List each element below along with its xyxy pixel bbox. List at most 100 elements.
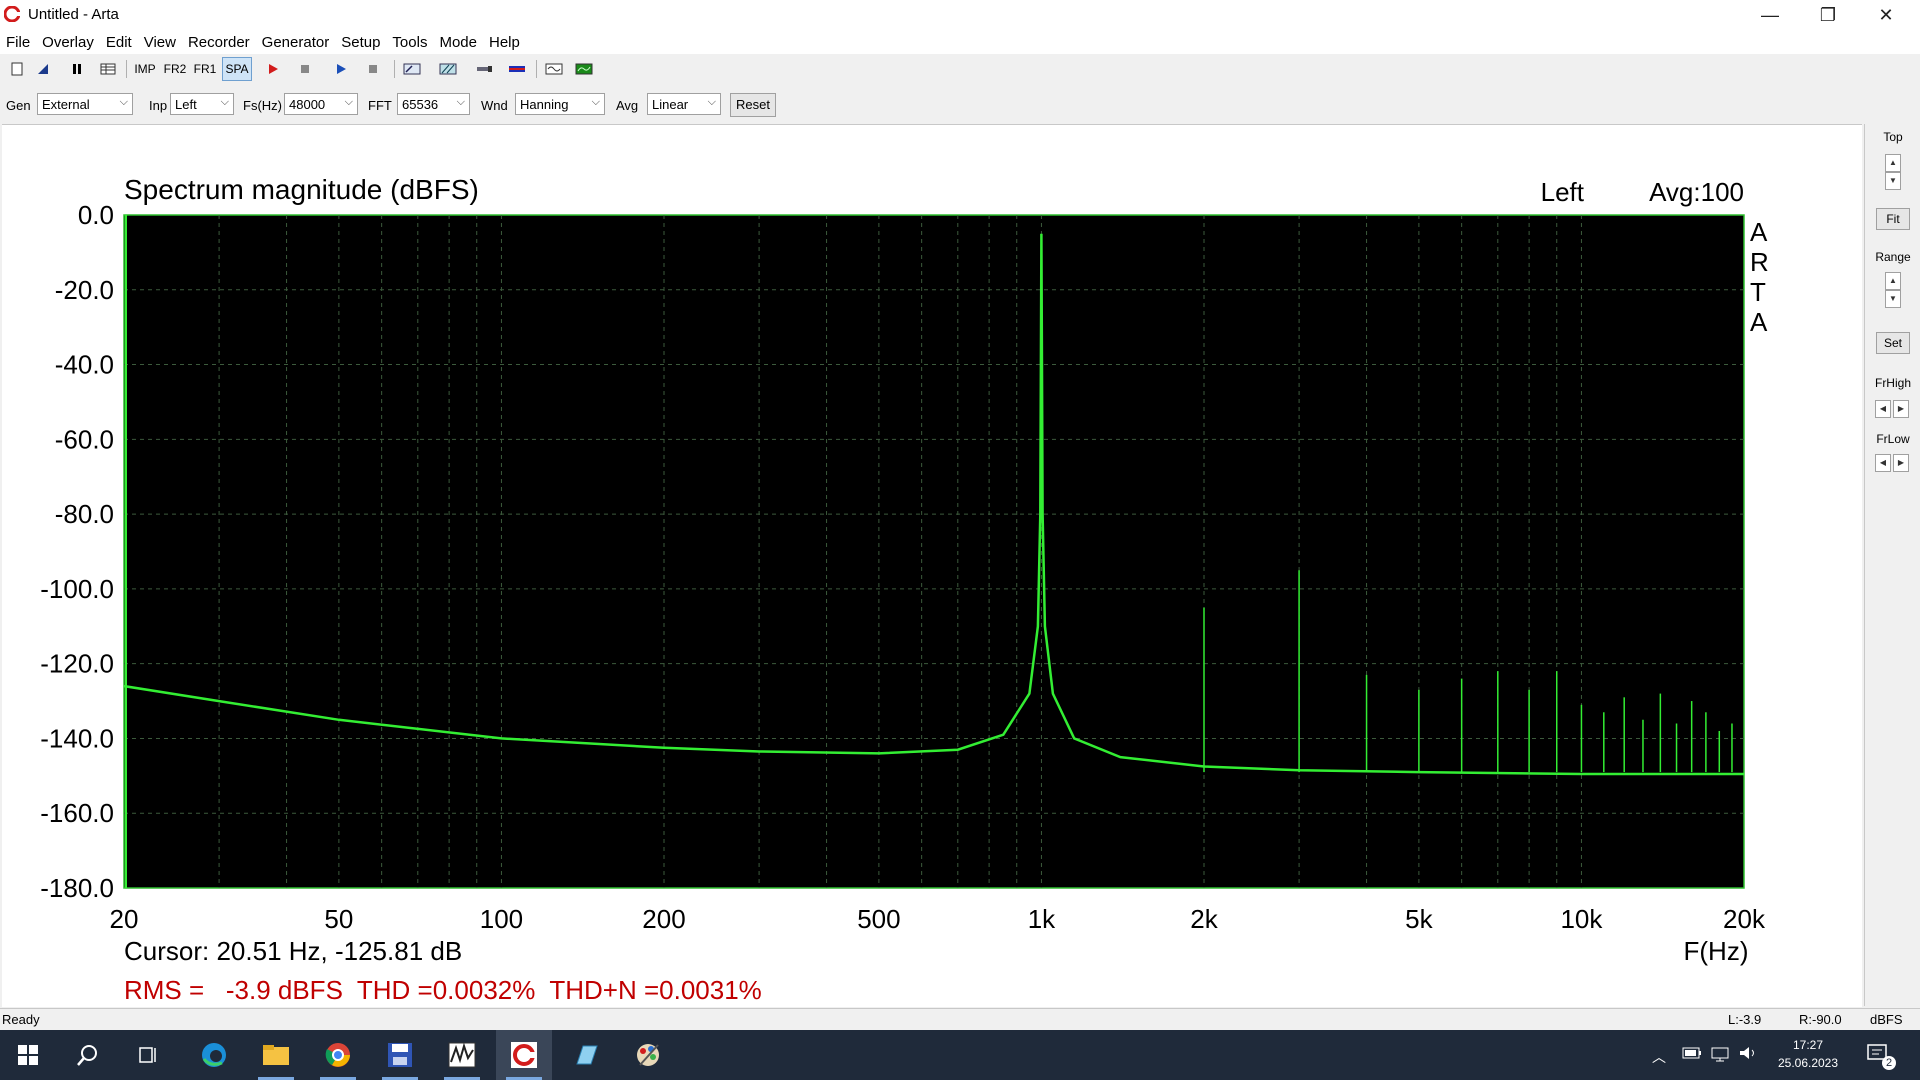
frlow-label: FrLow [1876, 432, 1910, 446]
analyzer-controls: Gen External ⌵ Inp Left ⌵ Fs(Hz) 48000 ⌵ FF… [0, 92, 1920, 120]
status-unit: dBFS [1870, 1012, 1903, 1027]
x-tick-label: 500 [857, 904, 900, 934]
frhigh-left-arrow-icon[interactable]: ◀ [1875, 400, 1891, 418]
clock-date[interactable]: 25.06.2023 [1768, 1056, 1848, 1070]
search-icon[interactable] [60, 1030, 116, 1080]
menu-view[interactable]: View [138, 34, 182, 51]
top-up-arrow-icon[interactable]: ▲ [1885, 154, 1901, 172]
spa-mode-button[interactable]: SPA [222, 57, 252, 81]
restore-button[interactable]: ❐ [1799, 0, 1857, 30]
spectrum-view-icon[interactable] [572, 57, 596, 81]
stop-icon[interactable] [294, 57, 316, 81]
generator-select[interactable]: External ⌵ [37, 93, 133, 115]
generator-value: External [42, 97, 90, 112]
hatch-tool-icon[interactable] [436, 57, 460, 81]
averaging-select[interactable]: Linear ⌵ [647, 93, 721, 115]
x-tick-label: 100 [480, 904, 523, 934]
arta-logo-letter: T [1750, 277, 1766, 307]
chart-title: Spectrum magnitude (dBFS) [124, 174, 479, 205]
new-file-icon[interactable] [6, 57, 28, 81]
taskbar: ︿ 17:27 25.06.2023 2 [0, 1030, 1920, 1080]
x-tick-label: 20k [1723, 904, 1766, 934]
minimize-button[interactable]: — [1741, 0, 1799, 30]
y-tick-label: -20.0 [55, 275, 114, 305]
abc-tool-icon[interactable] [400, 57, 424, 81]
file-explorer-icon[interactable] [248, 1030, 304, 1080]
sample-rate-select[interactable]: 48000 ⌵ [284, 93, 358, 115]
spectrum-chart[interactable]: Spectrum magnitude (dBFS) Left Avg:100ARTA… [2, 125, 1862, 1007]
record-icon[interactable] [262, 57, 284, 81]
volume-icon[interactable] [1738, 1045, 1758, 1066]
frlow-right-arrow-icon[interactable]: ▶ [1893, 454, 1909, 472]
fr1-mode-button[interactable]: FR1 [191, 57, 219, 81]
sample-rate-value: 48000 [289, 97, 326, 112]
x-tick-label: 1k [1028, 904, 1056, 934]
windows-start-icon[interactable] [0, 1030, 56, 1080]
fft-label: FFT [368, 98, 392, 113]
menu-generator[interactable]: Generator [256, 34, 336, 51]
fr2-mode-button[interactable]: FR2 [161, 57, 189, 81]
x-axis-label: F(Hz) [1684, 936, 1749, 966]
menu-setup[interactable]: Setup [335, 34, 386, 51]
frhigh-right-arrow-icon[interactable]: ▶ [1893, 400, 1909, 418]
y-tick-label: -60.0 [55, 424, 114, 454]
audio-tester-app-icon[interactable] [434, 1030, 490, 1080]
menu-mode[interactable]: Mode [433, 34, 483, 51]
set-button[interactable]: Set [1876, 332, 1910, 354]
edge-browser-icon[interactable] [186, 1030, 242, 1080]
range-up-arrow-icon[interactable]: ▲ [1885, 272, 1901, 290]
imp-mode-button[interactable]: IMP [131, 57, 159, 81]
x-tick-label: 20 [110, 904, 139, 934]
toolbar-separator [126, 60, 127, 78]
play-icon[interactable] [330, 57, 352, 81]
arta-taskbar-icon[interactable] [496, 1030, 552, 1080]
notification-count-badge: 2 [1882, 1056, 1896, 1070]
chevron-down-icon: ⌵ [707, 96, 716, 108]
fit-button[interactable]: Fit [1876, 208, 1910, 230]
reset-button[interactable]: Reset [730, 93, 776, 117]
stop-playback-icon[interactable] [362, 57, 384, 81]
paint-app-icon[interactable] [620, 1030, 676, 1080]
input-value: Left [175, 97, 197, 112]
save-disk-app-icon[interactable] [372, 1030, 428, 1080]
network-icon[interactable] [1710, 1046, 1730, 1067]
top-down-arrow-icon[interactable]: ▼ [1885, 172, 1901, 190]
pause-icon[interactable] [66, 57, 88, 81]
frlow-left-arrow-icon[interactable]: ◀ [1875, 454, 1891, 472]
range-down-arrow-icon[interactable]: ▼ [1885, 290, 1901, 308]
show-hidden-icons-icon[interactable]: ︿ [1652, 1047, 1666, 1067]
level-meter-icon[interactable] [505, 57, 529, 81]
fft-size-select[interactable]: 65536 ⌵ [397, 93, 470, 115]
inp-label: Inp [149, 98, 168, 113]
menu-recorder[interactable]: Recorder [182, 34, 256, 51]
scope-icon[interactable] [542, 57, 566, 81]
chevron-down-icon: ⌵ [220, 96, 229, 108]
clock-time[interactable]: 17:27 [1768, 1038, 1848, 1052]
x-tick-label: 10k [1560, 904, 1603, 934]
chrome-browser-icon[interactable] [310, 1030, 366, 1080]
menu-overlay[interactable]: Overlay [36, 34, 100, 51]
status-left-level: L:-3.9 [1728, 1012, 1762, 1027]
toolbar-separator [394, 60, 395, 78]
notepad-app-icon[interactable] [558, 1030, 614, 1080]
averaging-value: Linear [652, 97, 689, 112]
cable-tool-icon[interactable] [472, 57, 496, 81]
window-select[interactable]: Hanning ⌵ [515, 93, 605, 115]
frhigh-label: FrHigh [1874, 376, 1911, 390]
menu-help[interactable]: Help [483, 34, 526, 51]
y-tick-label: -100.0 [40, 574, 114, 604]
menu-file[interactable]: File [0, 34, 36, 51]
status-ready: Ready [2, 1012, 40, 1027]
table-icon[interactable] [96, 57, 120, 81]
menu-tools[interactable]: Tools [386, 34, 433, 51]
input-select[interactable]: Left ⌵ [170, 93, 234, 115]
battery-icon[interactable] [1682, 1046, 1702, 1065]
arta-logo-letter: R [1750, 247, 1769, 277]
open-file-icon[interactable] [32, 57, 54, 81]
status-bar: Ready L:-3.9 R:-90.0 dBFS [0, 1008, 1920, 1031]
task-view-icon[interactable] [120, 1030, 176, 1080]
chevron-down-icon: ⌵ [591, 96, 600, 108]
y-tick-label: -120.0 [40, 649, 114, 679]
menu-edit[interactable]: Edit [100, 34, 138, 51]
close-button[interactable]: ✕ [1857, 0, 1915, 30]
